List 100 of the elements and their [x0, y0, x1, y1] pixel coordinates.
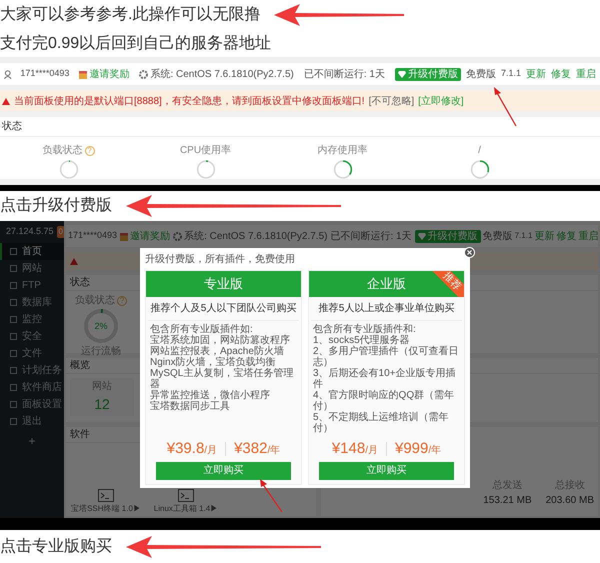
buy-button[interactable]: 立即购买 [156, 462, 291, 480]
feature-text: 宝塔数据同步工具 [150, 401, 231, 412]
price-unit: /年 [428, 444, 442, 458]
terminal-icon [98, 489, 114, 502]
gem-icon [398, 70, 406, 78]
action-link[interactable]: 修复 [551, 66, 571, 82]
feature-text: Nginx防火墙，宝塔负载均衡 [150, 357, 277, 368]
stat-value: 12 [94, 395, 110, 414]
dialog-notice: 升级付费版，所有插件，免费使用 [145, 252, 296, 267]
system-info: 系统: CentOS 7.6.1810(Py2.7.5) [184, 230, 328, 244]
sidebar-item[interactable]: 网站 [0, 260, 64, 277]
square-icon [10, 299, 17, 306]
square-icon [10, 282, 17, 289]
version-text: 7.1.1 [514, 230, 532, 242]
square-icon [10, 350, 17, 357]
pointer-arrow [258, 479, 284, 513]
gauge-label: 内存使用率 [318, 144, 368, 158]
add-button[interactable]: + [0, 432, 64, 450]
sidebar-item[interactable]: FTP [0, 277, 64, 294]
square-icon [10, 401, 17, 408]
upgrade-button[interactable]: 升级付费版 [414, 230, 481, 242]
sidebar-item[interactable]: 安全 [0, 328, 64, 345]
warning-text: 当前面板使用的是默认端口[8888]，有安全隐患，请到面板设置中修改面板端口! [14, 94, 365, 108]
gem-icon [418, 232, 426, 240]
price-unit: /年 [267, 444, 280, 458]
user-phone: 171****0493 [68, 229, 118, 242]
caption-text: 支付完0.99以后回到自己的服务器地址 [0, 34, 272, 54]
price-amount: ¥148 [332, 439, 366, 459]
feature-text: 异常监控推送，微信小程序 [150, 390, 271, 401]
action-link[interactable]: 更新 [526, 66, 546, 82]
help-icon[interactable]: ? [84, 146, 94, 156]
software-item[interactable]: 宝塔SSH终端 1.0▶ [71, 503, 141, 515]
buy-button[interactable]: 立即购买 [319, 462, 454, 480]
invite-link[interactable]: 邀请奖励 [89, 66, 130, 82]
plan-name: 企业版 [367, 275, 406, 294]
sidebar-item[interactable]: 文件 [0, 345, 64, 362]
help-icon[interactable]: ? [117, 296, 127, 306]
gauge-label: CPU使用率 [180, 144, 232, 158]
square-icon [10, 418, 17, 425]
edition-label: 免费版 [482, 230, 513, 244]
plan-name: 专业版 [204, 275, 243, 294]
upgrade-button[interactable]: 升级付费版 [394, 68, 461, 80]
square-icon [10, 333, 17, 340]
gear-icon [139, 70, 148, 78]
price-unit: /月 [204, 444, 218, 458]
price-unit: /月 [365, 444, 378, 458]
gear-icon [173, 232, 182, 240]
software-item[interactable]: Linux工具箱 1.4▶ [154, 503, 218, 515]
warning-icon [2, 98, 10, 104]
plan-subtitle: 推荐5人以上或企事业单位购买 [311, 297, 462, 321]
feature-text: 网站监控报表，Apache防火墙 [150, 346, 285, 357]
uptime-text: 已不间断运行: 1天 [330, 230, 412, 244]
square-icon [10, 248, 17, 255]
feature-text: 包含所有专业版插件和: [313, 324, 417, 335]
action-link[interactable]: 更新 [534, 228, 554, 244]
feature-text: 宝塔系统加固，网站防篡改程序 [150, 335, 291, 346]
ignore-link[interactable]: [不可忽略] [368, 94, 414, 108]
user-icon [4, 70, 12, 78]
square-icon [10, 384, 17, 391]
gauge [83, 308, 119, 344]
pointer-arrow [492, 87, 518, 127]
invite-link[interactable]: 邀请奖励 [130, 228, 170, 244]
edition-label: 免费版 [466, 68, 496, 82]
gauge-label: 负载状态 [42, 144, 82, 158]
version-text: 7.1.1 [500, 67, 521, 80]
price-amount: ¥999 [395, 439, 428, 459]
action-link[interactable]: 重启 [576, 66, 596, 82]
sidebar-item[interactable]: 首页 [0, 243, 64, 260]
feature-text: 4、官方限时响应的QQ群（需年付） [313, 390, 456, 412]
caption-text: 点击专业版购买 [0, 536, 112, 556]
square-icon [10, 265, 17, 272]
traffic-value: 203.60 MB [546, 494, 594, 508]
uptime-text: 已不间断运行: 1天 [304, 68, 385, 82]
sidebar-item[interactable]: 退出 [0, 413, 64, 430]
square-icon [10, 367, 17, 374]
panel-title: 状态 [0, 117, 600, 137]
sidebar-item[interactable]: 计划任务 [0, 362, 64, 379]
caption-text: 点击升级付费版 [0, 196, 112, 216]
feature-text: 包含所有专业版插件如: [150, 324, 254, 335]
system-info: 系统: CentOS 7.6.1810(Py2.7.5) [150, 68, 294, 82]
host-ip: 27.124.5.75 [6, 225, 54, 238]
plan-subtitle: 推荐个人及5人以下团队公司购买 [148, 297, 299, 321]
gauge-value: 2% [94, 321, 108, 331]
gauge-label: / [478, 144, 481, 158]
traffic-value: 153.21 MB [483, 494, 532, 508]
sidebar-item[interactable]: 面板设置 [0, 396, 64, 413]
feature-text: 1、socks5代理服务器 [313, 335, 411, 346]
action-link[interactable]: 重启 [578, 228, 598, 244]
square-icon [10, 316, 17, 323]
warning-icon [70, 258, 78, 264]
caption-text: 大家可以参考参考.此操作可以无限撸 [0, 4, 260, 25]
user-phone: 171****0493 [20, 67, 70, 80]
gift-icon [79, 70, 88, 78]
close-icon[interactable] [464, 247, 475, 258]
sidebar-item[interactable]: 数据库 [0, 294, 64, 311]
feature-text: 5、不定期线上运维培训（需年付） [313, 412, 450, 434]
action-link[interactable]: 修复 [556, 228, 576, 244]
sidebar-item[interactable]: 监控 [0, 311, 64, 328]
sidebar-item[interactable]: 软件商店 [0, 379, 64, 396]
fix-link[interactable]: [立即修改] [418, 94, 464, 108]
